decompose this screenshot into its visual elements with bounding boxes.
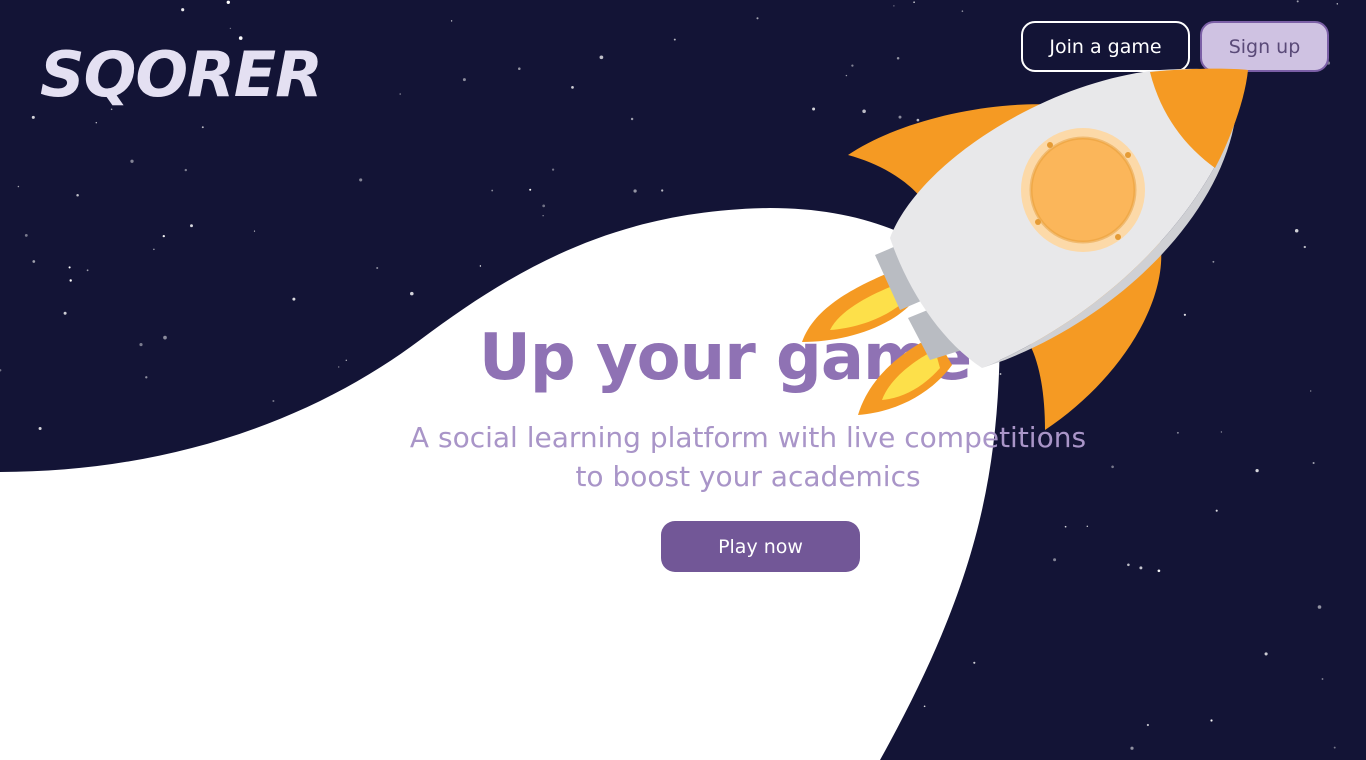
star — [1130, 746, 1134, 750]
star — [551, 168, 555, 171]
star — [661, 189, 664, 192]
star — [190, 224, 193, 228]
star — [95, 121, 98, 124]
star — [633, 189, 637, 193]
star — [1127, 563, 1130, 567]
star — [973, 661, 976, 664]
star — [1086, 525, 1089, 528]
star — [292, 297, 296, 301]
star — [162, 234, 165, 238]
sqorer-logo[interactable]: SQORER — [40, 44, 323, 106]
star — [630, 117, 634, 121]
star — [226, 0, 230, 4]
star — [1264, 652, 1268, 656]
star — [1220, 431, 1223, 433]
star — [1139, 566, 1143, 570]
star — [542, 215, 544, 217]
hero-subtitle: A social learning platform with live com… — [348, 418, 1148, 496]
star — [69, 279, 72, 282]
star — [529, 188, 532, 191]
star — [1176, 431, 1179, 434]
star — [229, 27, 232, 30]
star — [38, 426, 42, 431]
star — [359, 178, 363, 182]
star — [893, 5, 895, 7]
star — [462, 78, 466, 82]
star — [253, 230, 256, 232]
star — [571, 86, 574, 89]
star — [31, 115, 35, 119]
star — [86, 269, 89, 272]
star — [1215, 509, 1218, 512]
star — [32, 260, 36, 263]
star — [181, 8, 185, 12]
star — [76, 193, 79, 197]
star — [1312, 461, 1315, 465]
star — [1146, 723, 1150, 727]
rocket-illustration — [802, 68, 1248, 430]
star — [1157, 569, 1161, 573]
star — [1053, 558, 1057, 562]
star — [913, 1, 915, 4]
star — [410, 291, 414, 296]
star — [1317, 605, 1322, 609]
star — [542, 204, 546, 208]
star — [1255, 468, 1259, 473]
star — [1303, 245, 1306, 249]
star — [399, 93, 401, 95]
star — [491, 189, 494, 192]
star — [1064, 525, 1067, 528]
star — [961, 10, 964, 12]
star — [153, 248, 155, 251]
star — [450, 20, 453, 22]
star — [756, 17, 759, 20]
star — [673, 38, 676, 41]
star — [1294, 228, 1299, 233]
star — [201, 126, 204, 129]
star — [1333, 746, 1336, 749]
star — [479, 265, 482, 267]
star — [68, 266, 71, 269]
star — [272, 399, 275, 403]
star — [63, 311, 67, 315]
star — [923, 705, 926, 708]
star — [1210, 719, 1213, 722]
star — [376, 266, 379, 270]
star — [184, 168, 187, 172]
hero-subtitle-line1: A social learning platform with live com… — [409, 421, 1087, 454]
star — [1321, 678, 1324, 680]
star — [599, 55, 604, 60]
play-now-button[interactable]: Play now — [661, 521, 860, 572]
star — [518, 67, 521, 70]
hero-subtitle-line2: to boost your academics — [575, 460, 921, 494]
star — [17, 185, 20, 188]
star — [130, 159, 134, 163]
star — [1296, 0, 1299, 3]
star — [24, 234, 28, 237]
star — [1336, 3, 1339, 5]
